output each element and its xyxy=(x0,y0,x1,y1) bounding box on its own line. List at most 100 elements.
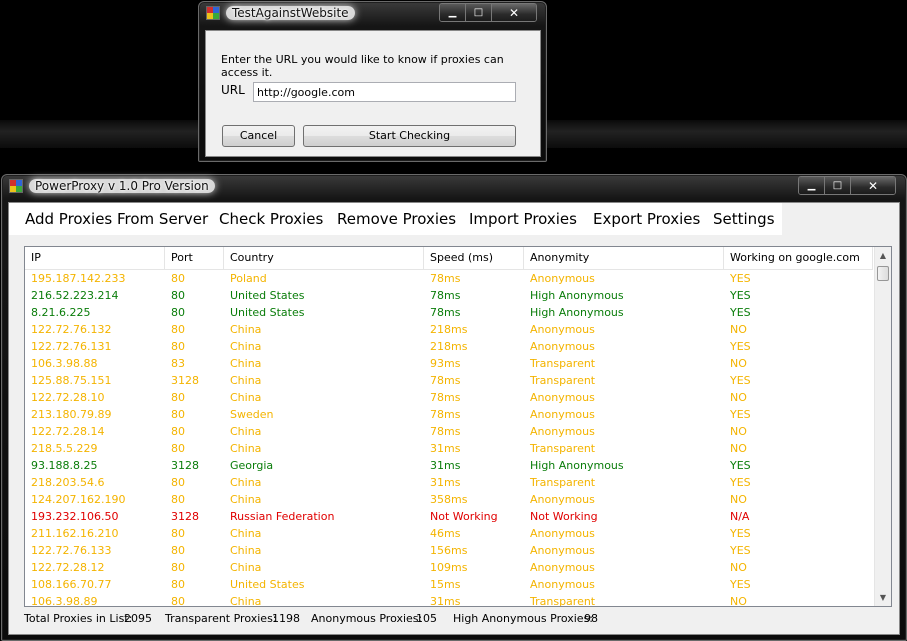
url-input[interactable] xyxy=(253,82,516,102)
cell-speed: 78ms xyxy=(430,289,461,302)
cell-port: 80 xyxy=(171,340,185,353)
cell-country: China xyxy=(230,527,262,540)
cell-working: YES xyxy=(730,340,751,353)
table-row[interactable]: 218.203.54.6 80 China 31ms Transparent YES xyxy=(25,474,873,491)
cell-port: 3128 xyxy=(171,459,199,472)
proxy-rows: 195.187.142.233 80 Poland 78ms Anonymous YES 2… xyxy=(25,270,873,607)
cell-country: China xyxy=(230,561,262,574)
cancel-button[interactable]: Cancel xyxy=(222,125,295,147)
cell-working: YES xyxy=(730,527,751,540)
cell-ip: 195.187.142.233 xyxy=(31,272,126,285)
cell-port: 80 xyxy=(171,561,185,574)
table-row[interactable]: 93.188.8.25 3128 Georgia 31ms High Anonymous… xyxy=(25,457,873,474)
table-row[interactable]: 125.88.75.151 3128 China 78ms Transparent YES xyxy=(25,372,873,389)
cell-anonymity: Not Working xyxy=(530,510,598,523)
cell-working: YES xyxy=(730,289,751,302)
table-row[interactable]: 122.72.28.10 80 China 78ms Anonymous NO xyxy=(25,389,873,406)
cell-port: 80 xyxy=(171,527,185,540)
minimize-icon[interactable]: ▁ xyxy=(799,177,824,194)
cell-country: China xyxy=(230,476,262,489)
cell-speed: 93ms xyxy=(430,357,461,370)
cell-country: Poland xyxy=(230,272,267,285)
cell-working: YES xyxy=(730,459,751,472)
powerproxy-main-window: PowerProxy v 1.0 Pro Version ▁ □ ✕ Add P… xyxy=(1,174,907,641)
cell-working: NO xyxy=(730,391,747,404)
maximize-icon[interactable]: □ xyxy=(824,177,850,194)
cell-speed: 358ms xyxy=(430,493,468,506)
cell-anonymity: Anonymous xyxy=(530,544,595,557)
cell-working: NO xyxy=(730,595,747,607)
cell-port: 83 xyxy=(171,357,185,370)
menu-check-proxies[interactable]: Check Proxies xyxy=(219,210,323,228)
cell-anonymity: Anonymous xyxy=(530,340,595,353)
column-speed[interactable]: Speed (ms) xyxy=(424,247,524,269)
table-row[interactable]: 193.232.106.50 3128 Russian Federation Not … xyxy=(25,508,873,525)
table-row[interactable]: 106.3.98.89 80 China 31ms Transparent NO xyxy=(25,593,873,607)
cell-anonymity: Transparent xyxy=(530,357,596,370)
menu-add-proxies-from-server[interactable]: Add Proxies From Server xyxy=(25,210,208,228)
menu-remove-proxies[interactable]: Remove Proxies xyxy=(337,210,456,228)
transparent-proxies-value: 1198 xyxy=(272,612,300,625)
cell-anonymity: Anonymous xyxy=(530,323,595,336)
cell-country: Georgia xyxy=(230,459,274,472)
close-icon[interactable]: ✕ xyxy=(850,177,895,194)
cell-ip: 122.72.28.14 xyxy=(31,425,105,438)
cell-country: Russian Federation xyxy=(230,510,335,523)
cell-port: 3128 xyxy=(171,374,199,387)
cell-speed: Not Working xyxy=(430,510,498,523)
table-row[interactable]: 216.52.223.214 80 United States 78ms High An… xyxy=(25,287,873,304)
scroll-thumb[interactable] xyxy=(877,266,889,281)
cell-country: United States xyxy=(230,578,305,591)
table-row[interactable]: 122.72.76.131 80 China 218ms Anonymous YES xyxy=(25,338,873,355)
cell-working: YES xyxy=(730,578,751,591)
cell-port: 80 xyxy=(171,578,185,591)
menu-export-proxies[interactable]: Export Proxies xyxy=(593,210,700,228)
cell-speed: 31ms xyxy=(430,459,461,472)
cell-ip: 93.188.8.25 xyxy=(31,459,98,472)
scroll-down-icon[interactable]: ▼ xyxy=(875,589,891,606)
cell-anonymity: Transparent xyxy=(530,595,596,607)
cell-anonymity: Anonymous xyxy=(530,493,595,506)
cell-speed: 109ms xyxy=(430,561,468,574)
cell-speed: 46ms xyxy=(430,527,461,540)
menu-import-proxies[interactable]: Import Proxies xyxy=(469,210,577,228)
table-row[interactable]: 218.5.5.229 80 China 31ms Transparent NO xyxy=(25,440,873,457)
column-ip[interactable]: IP xyxy=(25,247,165,269)
cell-working: NO xyxy=(730,323,747,336)
cell-country: China xyxy=(230,442,262,455)
dialog-title: TestAgainstWebsite xyxy=(226,6,355,20)
table-row[interactable]: 124.207.162.190 80 China 358ms Anonymous NO xyxy=(25,491,873,508)
table-row[interactable]: 213.180.79.89 80 Sweden 78ms Anonymous YES xyxy=(25,406,873,423)
cell-working: N/A xyxy=(730,510,750,523)
table-row[interactable]: 195.187.142.233 80 Poland 78ms Anonymous YES xyxy=(25,270,873,287)
column-country[interactable]: Country xyxy=(224,247,424,269)
main-titlebar[interactable]: PowerProxy v 1.0 Pro Version ▁ □ ✕ xyxy=(2,175,906,199)
table-row[interactable]: 122.72.28.14 80 China 78ms Anonymous NO xyxy=(25,423,873,440)
table-row[interactable]: 122.72.76.133 80 China 156ms Anonymous YES xyxy=(25,542,873,559)
vertical-scrollbar[interactable]: ▲ ▼ xyxy=(874,247,891,606)
proxy-list[interactable]: IP Port Country Speed (ms) Anonymity Wor… xyxy=(24,246,892,607)
column-anonymity[interactable]: Anonymity xyxy=(524,247,724,269)
column-port[interactable]: Port xyxy=(165,247,224,269)
cell-anonymity: High Anonymous xyxy=(530,459,624,472)
cell-working: NO xyxy=(730,561,747,574)
start-checking-button[interactable]: Start Checking xyxy=(303,125,516,147)
cell-speed: 31ms xyxy=(430,476,461,489)
table-row[interactable]: 106.3.98.88 83 China 93ms Transparent NO xyxy=(25,355,873,372)
cell-speed: 78ms xyxy=(430,306,461,319)
cell-anonymity: High Anonymous xyxy=(530,306,624,319)
cell-port: 80 xyxy=(171,544,185,557)
cell-working: YES xyxy=(730,374,751,387)
dialog-titlebar[interactable]: TestAgainstWebsite ▁ □ ✕ xyxy=(199,2,546,26)
minimize-icon[interactable]: ▁ xyxy=(440,4,465,21)
table-row[interactable]: 8.21.6.225 80 United States 78ms High Anonym… xyxy=(25,304,873,321)
table-row[interactable]: 108.166.70.77 80 United States 15ms Anonymou… xyxy=(25,576,873,593)
maximize-icon[interactable]: □ xyxy=(465,4,491,21)
table-row[interactable]: 211.162.16.210 80 China 46ms Anonymous YES xyxy=(25,525,873,542)
scroll-up-icon[interactable]: ▲ xyxy=(875,247,891,264)
column-working[interactable]: Working on google.com xyxy=(724,247,873,269)
close-icon[interactable]: ✕ xyxy=(491,4,536,21)
menu-settings[interactable]: Settings xyxy=(713,210,775,228)
table-row[interactable]: 122.72.76.132 80 China 218ms Anonymous NO xyxy=(25,321,873,338)
table-row[interactable]: 122.72.28.12 80 China 109ms Anonymous NO xyxy=(25,559,873,576)
